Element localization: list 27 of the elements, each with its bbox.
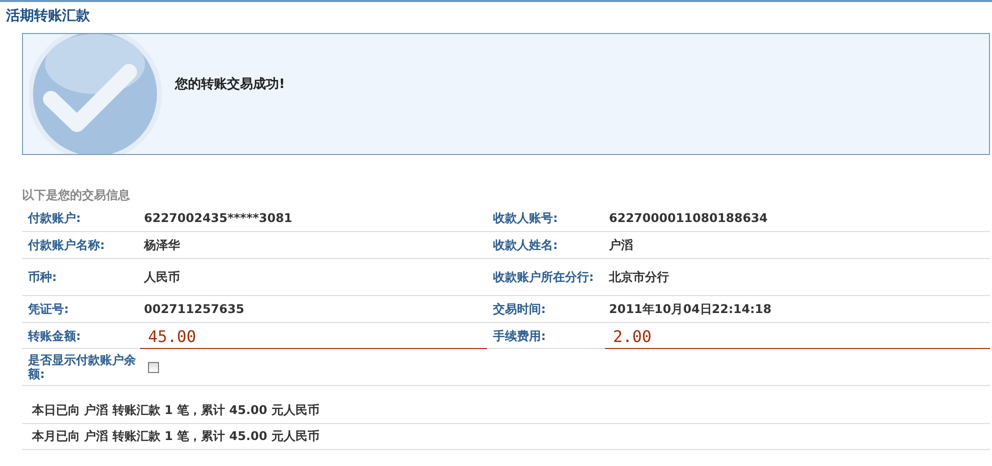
field-label: 币种: bbox=[27, 270, 58, 284]
field-label: 收款人姓名: bbox=[492, 238, 559, 252]
field-value: 2011年10月04日22:14:18 bbox=[608, 300, 772, 318]
field-value: 002711257635 bbox=[143, 302, 246, 316]
field-label: 手续费用: bbox=[487, 323, 605, 349]
field-value: 北京市分行 bbox=[608, 268, 670, 286]
field-label: 收款账户所在分行: bbox=[492, 270, 595, 284]
field-value: 6227000011080188634 bbox=[608, 211, 769, 225]
field-value: 6227002435*****3081 bbox=[143, 211, 294, 225]
field-value: 户滔 bbox=[608, 236, 634, 254]
amount-value: 2.00 bbox=[605, 323, 990, 349]
summary-line: 本日已向 户滔 转账汇款 1 笔，累计 45.00 元人民币 bbox=[22, 398, 990, 424]
amount-value: 45.00 bbox=[140, 323, 487, 349]
field-label: 转账金额: bbox=[22, 323, 140, 349]
field-label: 凭证号: bbox=[27, 302, 70, 316]
success-message: 您的转账交易成功! bbox=[175, 76, 285, 93]
field-value: 杨泽华 bbox=[142, 236, 181, 254]
field-label: 付款账户名称: bbox=[26, 238, 106, 252]
checkbox[interactable] bbox=[148, 362, 159, 372]
summary-line: 本月已向 户滔 转账汇款 1 笔，累计 45.00 元人民币 bbox=[22, 424, 990, 450]
field-label: 付款账户: bbox=[26, 211, 82, 225]
section-caption: 以下是您的交易信息 bbox=[22, 187, 131, 204]
field-label: 收款人账号: bbox=[492, 211, 559, 225]
field-value: 人民币 bbox=[143, 268, 181, 286]
field-label: 是否显示付款账户余额: bbox=[26, 353, 137, 381]
field-label: 交易时间: bbox=[492, 302, 547, 316]
page-title: 活期转账汇款 bbox=[5, 7, 91, 26]
